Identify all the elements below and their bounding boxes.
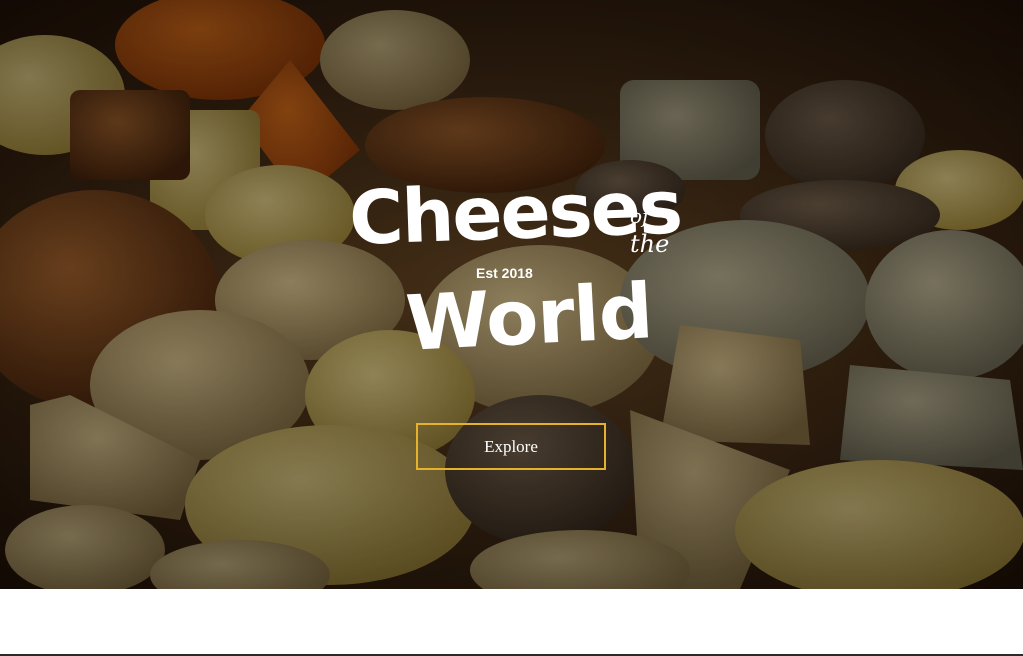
hero-section: Cheeses of the Est 2018 World Explore [0, 0, 1023, 589]
logo-line-world: World [403, 266, 655, 368]
explore-button[interactable]: Explore [416, 423, 606, 470]
logo-of: of [630, 204, 650, 228]
cheeses-of-the-world-logo: Cheeses of the Est 2018 World [340, 164, 682, 370]
logo-the: the [630, 230, 670, 258]
